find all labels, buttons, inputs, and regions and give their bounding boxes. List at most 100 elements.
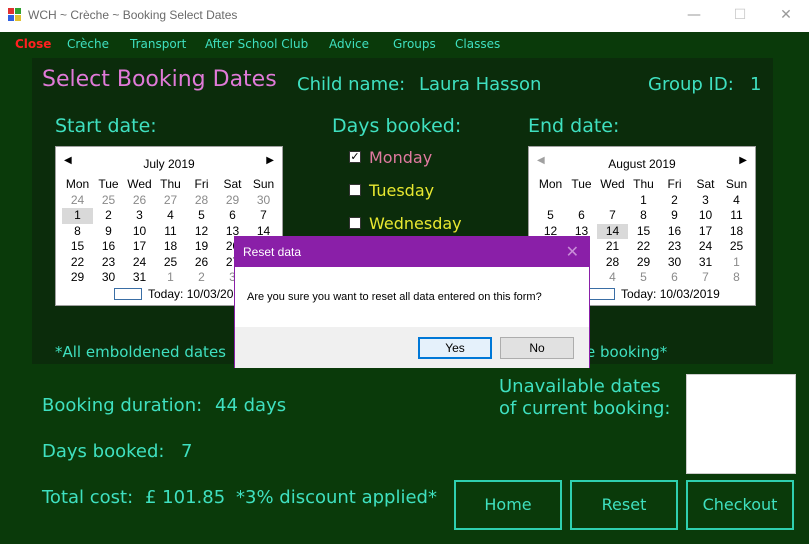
calendar-today[interactable]: Today: 10/03/2019 xyxy=(114,287,247,301)
close-window-button[interactable]: ✕ xyxy=(763,0,809,32)
calendar-day[interactable]: 5 xyxy=(186,208,217,224)
calendar-day[interactable]: 8 xyxy=(62,224,93,240)
calendar-day[interactable]: 8 xyxy=(628,208,659,224)
calendar-day[interactable]: 15 xyxy=(628,224,659,240)
calendar-day[interactable]: 31 xyxy=(124,270,155,286)
weekday-header: Sat xyxy=(696,177,715,191)
calendar-day[interactable]: 7 xyxy=(597,208,628,224)
menu-after-school-club[interactable]: After School Club xyxy=(205,37,308,51)
calendar-day[interactable]: 11 xyxy=(155,224,186,240)
calendar-day[interactable]: 2 xyxy=(659,193,690,209)
menu-advice[interactable]: Advice xyxy=(329,37,369,51)
calendar-day[interactable]: 21 xyxy=(597,239,628,255)
calendar-day[interactable]: 11 xyxy=(721,208,752,224)
calendar-day[interactable]: 15 xyxy=(62,239,93,255)
calendar-day[interactable]: 1 xyxy=(628,193,659,209)
menu-close[interactable]: Close xyxy=(15,37,51,51)
calendar-day[interactable]: 18 xyxy=(721,224,752,240)
calendar-day[interactable]: 2 xyxy=(186,270,217,286)
calendar-day-selected[interactable]: 1 xyxy=(62,208,93,224)
today-marker-icon xyxy=(114,288,142,300)
calendar-day[interactable]: 26 xyxy=(186,255,217,271)
calendar-day[interactable]: 3 xyxy=(124,208,155,224)
calendar-day[interactable]: 30 xyxy=(248,193,279,209)
maximize-button[interactable]: ☐ xyxy=(717,0,763,32)
calendar-day[interactable]: 7 xyxy=(690,270,721,286)
calendar-day[interactable]: 16 xyxy=(93,239,124,255)
calendar-day[interactable]: 29 xyxy=(628,255,659,271)
calendar-day[interactable]: 6 xyxy=(217,208,248,224)
calendar-day[interactable]: 24 xyxy=(124,255,155,271)
group-id-label: Group ID: xyxy=(648,74,734,95)
menu-transport[interactable]: Transport xyxy=(130,37,186,51)
calendar-day[interactable] xyxy=(566,193,597,209)
no-button[interactable]: No xyxy=(500,337,574,359)
calendar-day[interactable]: 25 xyxy=(155,255,186,271)
calendar-day[interactable]: 9 xyxy=(659,208,690,224)
monday-checkbox[interactable]: ✓ xyxy=(349,151,361,163)
calendar-day[interactable]: 23 xyxy=(93,255,124,271)
dialog-close-icon[interactable]: ✕ xyxy=(566,242,579,261)
next-month-icon[interactable]: ▶ xyxy=(739,155,747,166)
calendar-day[interactable]: 25 xyxy=(721,239,752,255)
calendar-day[interactable]: 17 xyxy=(690,224,721,240)
minimize-button[interactable]: — xyxy=(671,0,717,32)
calendar-today[interactable]: Today: 10/03/2019 xyxy=(587,287,720,301)
calendar-day[interactable]: 31 xyxy=(690,255,721,271)
next-month-icon[interactable]: ▶ xyxy=(266,155,274,166)
calendar-day[interactable]: 1 xyxy=(721,255,752,271)
calendar-day[interactable]: 10 xyxy=(124,224,155,240)
calendar-day[interactable]: 30 xyxy=(93,270,124,286)
calendar-day[interactable]: 30 xyxy=(659,255,690,271)
wednesday-checkbox[interactable] xyxy=(349,217,361,229)
emboldened-note: *All emboldened dates xyxy=(55,343,226,361)
calendar-day[interactable]: 7 xyxy=(248,208,279,224)
calendar-day[interactable]: 12 xyxy=(186,224,217,240)
weekday-header: Wed xyxy=(600,177,625,191)
calendar-day[interactable] xyxy=(535,193,566,209)
calendar-day[interactable]: 29 xyxy=(62,270,93,286)
checkout-button[interactable]: Checkout xyxy=(686,480,794,530)
calendar-day[interactable]: 5 xyxy=(535,208,566,224)
calendar-day[interactable]: 22 xyxy=(62,255,93,271)
calendar-day[interactable]: 24 xyxy=(62,193,93,209)
calendar-day[interactable]: 26 xyxy=(124,193,155,209)
calendar-day[interactable]: 9 xyxy=(93,224,124,240)
menu-classes[interactable]: Classes xyxy=(455,37,500,51)
calendar-day[interactable]: 4 xyxy=(597,270,628,286)
calendar-day[interactable]: 8 xyxy=(721,270,752,286)
calendar-day[interactable]: 22 xyxy=(628,239,659,255)
calendar-month: August 2019 xyxy=(608,157,676,171)
calendar-day[interactable]: 27 xyxy=(155,193,186,209)
calendar-day[interactable]: 18 xyxy=(155,239,186,255)
menu-groups[interactable]: Groups xyxy=(393,37,436,51)
calendar-day[interactable]: 23 xyxy=(659,239,690,255)
calendar-day[interactable]: 29 xyxy=(217,193,248,209)
weekday-header: Tue xyxy=(571,177,592,191)
yes-button[interactable]: Yes xyxy=(418,337,492,359)
calendar-day[interactable]: 19 xyxy=(186,239,217,255)
calendar-day[interactable]: 28 xyxy=(186,193,217,209)
calendar-day[interactable]: 3 xyxy=(690,193,721,209)
calendar-day[interactable]: 1 xyxy=(155,270,186,286)
calendar-day-selected[interactable]: 14 xyxy=(597,223,628,239)
calendar-day[interactable]: 2 xyxy=(93,208,124,224)
calendar-day[interactable]: 28 xyxy=(597,255,628,271)
home-button[interactable]: Home xyxy=(454,480,562,530)
tuesday-checkbox[interactable] xyxy=(349,184,361,196)
calendar-day[interactable]: 4 xyxy=(155,208,186,224)
calendar-day[interactable]: 25 xyxy=(93,193,124,209)
calendar-day[interactable]: 24 xyxy=(690,239,721,255)
calendar-day[interactable]: 4 xyxy=(721,193,752,209)
calendar-day[interactable]: 6 xyxy=(659,270,690,286)
calendar-day[interactable] xyxy=(597,193,628,209)
reset-button[interactable]: Reset xyxy=(570,480,678,530)
calendar-day[interactable]: 16 xyxy=(659,224,690,240)
calendar-day[interactable]: 6 xyxy=(566,208,597,224)
unavailable-dates-list[interactable] xyxy=(686,374,796,474)
total-cost-value: £ 101.85 xyxy=(145,487,226,508)
calendar-day[interactable]: 17 xyxy=(124,239,155,255)
menu-creche[interactable]: Crèche xyxy=(67,37,109,51)
calendar-day[interactable]: 10 xyxy=(690,208,721,224)
calendar-day[interactable]: 5 xyxy=(628,270,659,286)
